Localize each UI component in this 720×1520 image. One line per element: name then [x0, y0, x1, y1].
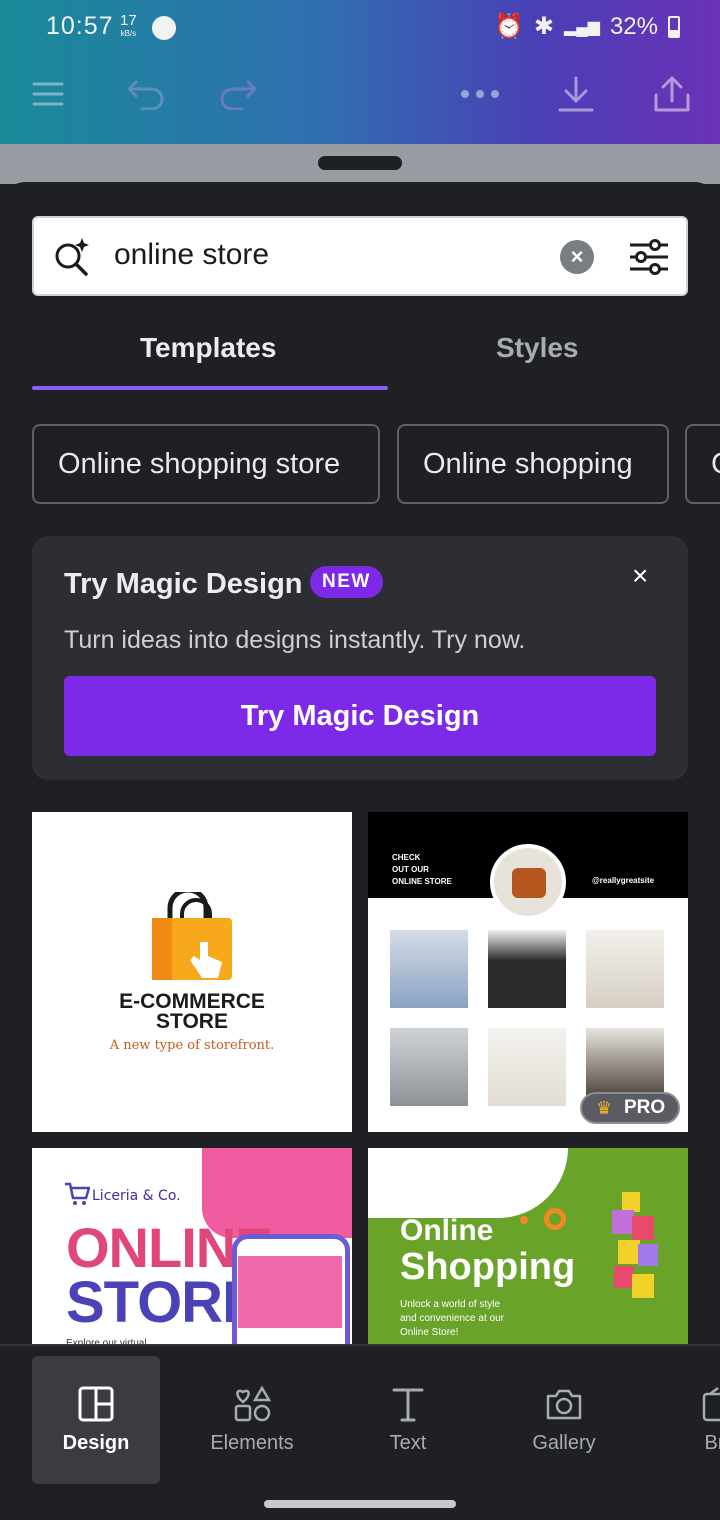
share-icon[interactable] — [650, 72, 694, 116]
status-bar: 10:57 17 kB/s ⏰ ✱ ▂▄▆ 32% — [0, 0, 720, 56]
design-panel: online store × Templates Styles Online s… — [0, 182, 720, 1520]
spotify-icon — [152, 16, 176, 40]
product-photo — [586, 930, 664, 1008]
status-right: ⏰ ✱ ▂▄▆ 32% — [494, 12, 680, 41]
battery-text: 32% — [609, 12, 658, 40]
more-icon[interactable] — [458, 72, 502, 116]
nav-design[interactable]: Design — [32, 1356, 160, 1484]
pro-badge: ♛ PRO — [580, 1092, 680, 1124]
shopping-title: Shopping — [400, 1246, 576, 1288]
try-magic-design-button[interactable]: Try Magic Design — [64, 676, 656, 756]
nav-elements-label: Elements — [210, 1432, 294, 1454]
decorative-shape — [368, 1148, 568, 1218]
net-speed: 17 kB/s — [120, 13, 137, 40]
nav-gallery-label: Gallery — [532, 1432, 596, 1454]
template-card-check-out-store[interactable]: CHECK OUT OUR ONLINE STORE @reallygreatsit… — [368, 812, 688, 1132]
brand-name: Liceria & Co. — [92, 1188, 181, 1204]
check-line3: ONLINE STORE — [392, 877, 452, 886]
product-photo — [390, 930, 468, 1008]
nav-text-label: Text — [389, 1432, 427, 1454]
filter-icon[interactable] — [628, 236, 670, 278]
nav-brand-label: Bra — [704, 1432, 720, 1454]
shopping-bags-illustration — [612, 1192, 658, 1298]
crown-icon: ♛ — [596, 1098, 613, 1118]
search-input[interactable]: online store — [114, 238, 269, 272]
status-time: 10:57 — [46, 12, 114, 40]
shopping-bag-icon — [152, 892, 232, 980]
magic-design-description: Turn ideas into designs instantly. Try n… — [64, 626, 526, 654]
sheet-drag-handle[interactable] — [318, 156, 402, 170]
redo-icon[interactable] — [216, 72, 260, 116]
active-tab-indicator — [32, 386, 388, 390]
online-title: Online — [400, 1214, 494, 1247]
decorative-dot — [520, 1216, 528, 1224]
product-photo — [488, 930, 566, 1008]
signal-icon: ▂▄▆ — [564, 18, 600, 36]
search-bar[interactable]: online store × — [32, 216, 688, 296]
shopping-subtitle: Unlock a world of style and convenience a… — [400, 1298, 504, 1340]
magic-design-card: Try Magic Design NEW × Turn ideas into d… — [32, 536, 688, 780]
product-photo — [488, 1028, 566, 1106]
product-photo — [390, 1028, 468, 1106]
design-icon — [78, 1386, 114, 1422]
pro-label: PRO — [624, 1097, 666, 1118]
download-icon[interactable] — [554, 72, 598, 116]
sub-line2: and convenience at our — [400, 1313, 504, 1324]
cart-icon — [65, 1182, 90, 1205]
phone-screen — [238, 1256, 342, 1328]
store-text: STORE — [66, 1270, 261, 1335]
bluetooth-icon: ✱ — [533, 13, 554, 40]
nav-text[interactable]: Text — [344, 1356, 472, 1484]
magic-design-title: Try Magic Design — [64, 568, 303, 600]
nav-elements[interactable]: Elements — [188, 1356, 316, 1484]
decorative-ring — [544, 1208, 566, 1230]
camera-icon — [546, 1389, 582, 1420]
chip-partial[interactable]: C — [685, 424, 720, 504]
site-handle: @reallygreatsite — [592, 876, 655, 885]
top-bar: 10:57 17 kB/s ⏰ ✱ ▂▄▆ 32% — [0, 0, 720, 144]
sub-line1: Unlock a world of style — [400, 1299, 501, 1310]
battery-icon — [668, 15, 680, 38]
alarm-icon: ⏰ — [494, 13, 524, 40]
ecommerce-title: E-COMMERCE STORE — [32, 991, 352, 1033]
hamburger-icon[interactable] — [26, 72, 70, 116]
profile-photo — [490, 844, 566, 920]
ecommerce-tagline: A new type of storefront. — [109, 1038, 275, 1053]
bottom-navigation: Design Elements Text Gallery Bra — [0, 1344, 720, 1520]
check-out-text: CHECK OUT OUR ONLINE STORE — [392, 852, 452, 888]
clear-search-icon[interactable]: × — [560, 240, 594, 274]
home-indicator[interactable] — [264, 1500, 456, 1508]
nav-gallery[interactable]: Gallery — [500, 1356, 628, 1484]
suggestion-chips: Online shopping store Online shopping C — [32, 424, 720, 504]
brand-icon — [702, 1387, 720, 1422]
magic-search-icon — [52, 236, 94, 278]
text-icon — [392, 1388, 424, 1422]
elements-icon — [234, 1385, 272, 1422]
net-speed-unit: kB/s — [120, 29, 137, 38]
check-line2: OUT OUR — [392, 865, 429, 874]
check-line1: CHECK — [392, 853, 421, 862]
template-card-ecommerce[interactable]: E-COMMERCE STORE A new type of storefront… — [32, 812, 352, 1132]
nav-brand[interactable]: Bra — [656, 1356, 720, 1484]
nav-design-label: Design — [62, 1432, 130, 1454]
close-icon[interactable]: × — [632, 560, 648, 592]
tab-bar: Templates Styles — [32, 322, 688, 394]
new-badge: NEW — [310, 566, 383, 598]
chip-online-shopping[interactable]: Online shopping — [397, 424, 669, 504]
ecommerce-line2: STORE — [156, 1010, 228, 1033]
sub-line3: Online Store! — [400, 1327, 459, 1338]
tab-templates[interactable]: Templates — [140, 332, 276, 364]
tab-styles[interactable]: Styles — [496, 332, 579, 364]
chip-online-shopping-store[interactable]: Online shopping store — [32, 424, 380, 504]
undo-icon[interactable] — [124, 72, 168, 116]
